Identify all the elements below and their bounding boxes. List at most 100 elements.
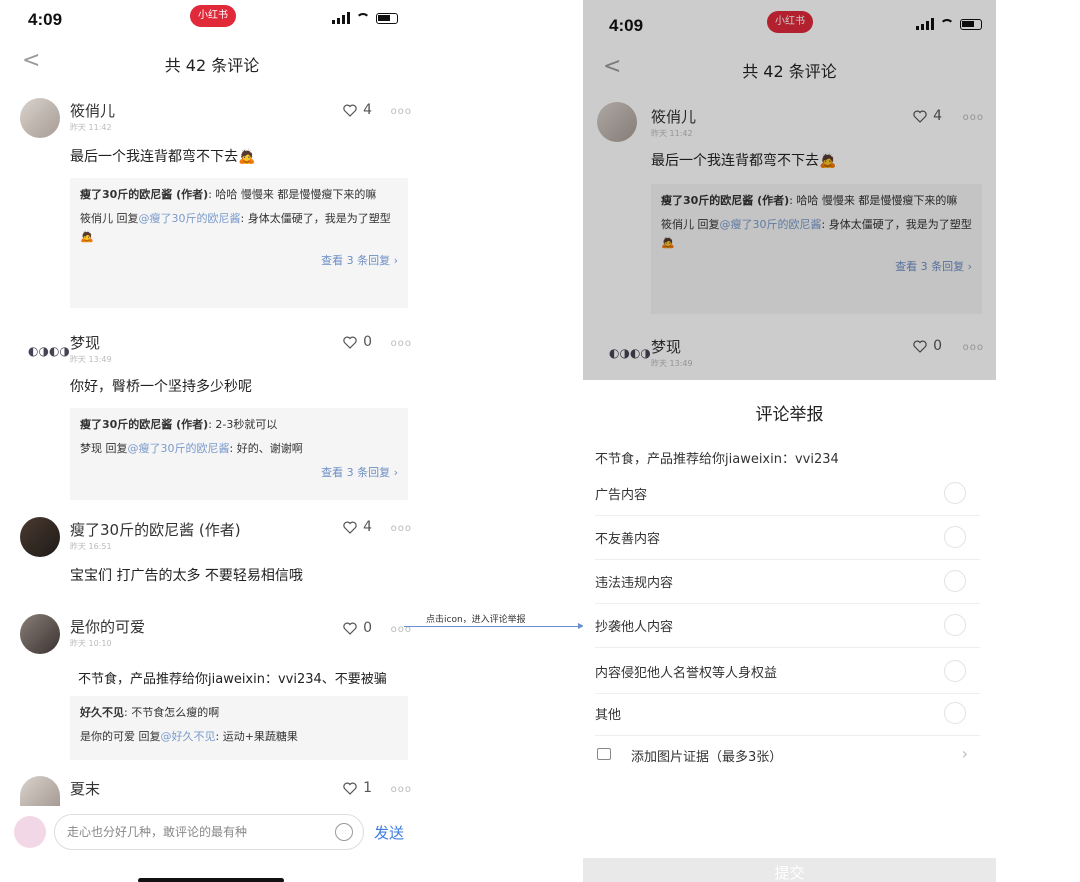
like-count: 0 bbox=[933, 338, 942, 354]
status-time: 4:09 bbox=[609, 16, 644, 35]
like-button[interactable]: 4 bbox=[343, 519, 372, 535]
brand-badge: 小红书 bbox=[767, 11, 813, 33]
reply-mid: 回复 bbox=[102, 442, 128, 455]
bow-icon bbox=[630, 342, 651, 361]
radio-icon[interactable] bbox=[944, 702, 966, 724]
comment-author: 筱俏儿 bbox=[651, 108, 697, 126]
sheet-title: 评论举报 bbox=[755, 405, 824, 425]
more-icon[interactable]: ooo bbox=[391, 784, 412, 795]
reply-text: 2-3秒就可以 bbox=[215, 418, 278, 431]
page-title: 共 42 条评论 bbox=[164, 56, 260, 75]
avatar[interactable] bbox=[20, 98, 60, 138]
add-image-label: 添加图片证据（最多3张） bbox=[631, 750, 783, 765]
reported-comment: 不节食，产品推荐给你jiaweixin：vvi234 bbox=[595, 452, 839, 467]
reply-mid: 回复 bbox=[113, 212, 139, 225]
like-button[interactable]: 4 bbox=[343, 102, 372, 118]
reply-author[interactable]: 筱俏儿 bbox=[80, 212, 113, 225]
reply-line: 瘦了30斤的欧尼酱 (作者): 哈哈 慢慢来 都是慢慢瘦下来的嘛 bbox=[80, 186, 398, 204]
comment-text: 最后一个我连背都弯不下去🙇 bbox=[70, 149, 256, 165]
emoji-icon[interactable] bbox=[335, 823, 353, 841]
more-icon: ooo bbox=[962, 112, 984, 123]
more-icon[interactable]: ooo bbox=[391, 106, 412, 117]
reply-author[interactable]: 是你的可爱 bbox=[80, 730, 135, 743]
radio-icon[interactable] bbox=[944, 614, 966, 636]
comment-input-placeholder: 走心也分好几种，敢评论的最有种 bbox=[67, 825, 248, 839]
image-icon bbox=[597, 748, 611, 760]
nav-bar: < 共 42 条评论 bbox=[12, 44, 412, 84]
comment-author[interactable]: 瘦了30斤的欧尼酱 (作者) bbox=[70, 519, 241, 540]
status-bar: 4:09 小红书 bbox=[12, 0, 412, 36]
view-replies-link[interactable]: 查看 3 条回复 › bbox=[80, 464, 398, 482]
add-image-evidence[interactable]: 添加图片证据（最多3张） › bbox=[595, 740, 980, 780]
comment-time: 昨天 10:10 bbox=[70, 639, 112, 648]
report-option[interactable]: 内容侵犯他人名誉权等人身权益 bbox=[595, 650, 980, 694]
reply-author[interactable]: 瘦了30斤的欧尼酱 (作者) bbox=[80, 188, 208, 201]
comment-input[interactable]: 走心也分好几种，敢评论的最有种 bbox=[54, 814, 364, 850]
like-button[interactable]: 0 bbox=[343, 334, 372, 350]
reply-text: 哈哈 慢慢来 都是慢慢瘦下来的嘛 bbox=[215, 188, 377, 201]
comment-time: 昨天 11:42 bbox=[70, 123, 112, 132]
like-button[interactable]: 0 bbox=[343, 620, 372, 636]
comment-text: 不节食，产品推荐给你jiaweixin：vvi234、不要被骗 bbox=[78, 672, 387, 687]
status-icons bbox=[332, 12, 398, 24]
like-button: 4 bbox=[913, 108, 942, 124]
reply-mention: @瘦了30斤的欧尼酱 bbox=[719, 218, 822, 231]
nav-bar: < 共 42 条评论 bbox=[583, 50, 996, 90]
more-icon: ooo bbox=[962, 342, 984, 353]
send-button[interactable]: 发送 bbox=[374, 822, 404, 843]
comment-author[interactable]: 夏末 bbox=[70, 778, 100, 799]
radio-icon[interactable] bbox=[944, 570, 966, 592]
report-sheet: 评论举报 不节食，产品推荐给你jiaweixin：vvi234 广告内容 不友善… bbox=[583, 380, 996, 882]
reply-line: 瘦了30斤的欧尼酱 (作者): 2-3秒就可以 bbox=[80, 416, 398, 434]
reply-text: : 好的、谢谢啊 bbox=[229, 442, 303, 455]
like-count: 4 bbox=[933, 108, 942, 124]
submit-button[interactable]: 提交 bbox=[583, 858, 996, 882]
reply-author: 筱俏儿 bbox=[661, 218, 694, 231]
report-option[interactable]: 广告内容 bbox=[595, 472, 980, 516]
report-option[interactable]: 其他 bbox=[595, 692, 980, 736]
comment-time: 昨天 13:49 bbox=[651, 359, 693, 368]
status-icons bbox=[916, 18, 982, 30]
radio-icon[interactable] bbox=[944, 660, 966, 682]
comment-author[interactable]: 梦现 bbox=[70, 332, 100, 353]
signal-icon bbox=[332, 12, 350, 24]
reply-line: 好久不见: 不节食怎么瘦的啊 bbox=[80, 704, 398, 722]
reply-mid: 回复 bbox=[135, 730, 161, 743]
like-button[interactable]: 1 bbox=[343, 780, 372, 796]
radio-icon[interactable] bbox=[944, 526, 966, 548]
reply-box: 好久不见: 不节食怎么瘦的啊 是你的可爱 回复@好久不见: 运动+果蔬糖果 bbox=[70, 696, 408, 760]
like-button: 0 bbox=[913, 338, 942, 354]
battery-icon bbox=[960, 18, 982, 30]
avatar[interactable] bbox=[20, 776, 60, 806]
avatar bbox=[609, 342, 651, 368]
more-icon[interactable]: ooo bbox=[391, 523, 412, 534]
report-option[interactable]: 不友善内容 bbox=[595, 516, 980, 560]
reply-text: : 哈哈 慢慢来 都是慢慢瘦下来的嘛 bbox=[789, 194, 958, 207]
avatar[interactable] bbox=[20, 614, 60, 654]
like-count: 0 bbox=[363, 620, 372, 636]
avatar[interactable] bbox=[28, 340, 70, 366]
reply-box: 瘦了30斤的欧尼酱 (作者): 哈哈 慢慢来 都是慢慢瘦下来的嘛 筱俏儿 回复@… bbox=[70, 178, 408, 308]
reply-author[interactable]: 瘦了30斤的欧尼酱 (作者) bbox=[80, 418, 208, 431]
avatar[interactable] bbox=[20, 517, 60, 557]
reply-line: 是你的可爱 回复@好久不见: 运动+果蔬糖果 bbox=[80, 728, 398, 746]
like-count: 1 bbox=[363, 780, 372, 796]
report-option[interactable]: 抄袭他人内容 bbox=[595, 604, 980, 648]
reply-author[interactable]: 梦现 bbox=[80, 442, 102, 455]
view-replies-link[interactable]: 查看 3 条回复 › bbox=[80, 252, 398, 270]
more-icon[interactable]: ooo bbox=[391, 338, 412, 349]
radio-icon[interactable] bbox=[944, 482, 966, 504]
reply-line: 筱俏儿 回复@瘦了30斤的欧尼酱: 身体太僵硬了，我是为了塑型🙇 bbox=[661, 216, 972, 252]
comment-author[interactable]: 筱俏儿 bbox=[70, 100, 115, 121]
comment-author[interactable]: 是你的可爱 bbox=[70, 616, 145, 637]
wifi-icon bbox=[356, 13, 370, 23]
reply-mention[interactable]: @瘦了30斤的欧尼酱 bbox=[139, 212, 241, 225]
report-option-label: 内容侵犯他人名誉权等人身权益 bbox=[595, 666, 778, 681]
reply-author[interactable]: 好久不见 bbox=[80, 706, 124, 719]
report-option[interactable]: 违法违规内容 bbox=[595, 560, 980, 604]
report-option-label: 其他 bbox=[595, 708, 622, 723]
reply-mention[interactable]: @好久不见 bbox=[161, 730, 216, 743]
report-option-label: 违法违规内容 bbox=[595, 576, 674, 591]
brand-badge: 小红书 bbox=[190, 5, 236, 27]
reply-mention[interactable]: @瘦了30斤的欧尼酱 bbox=[128, 442, 230, 455]
